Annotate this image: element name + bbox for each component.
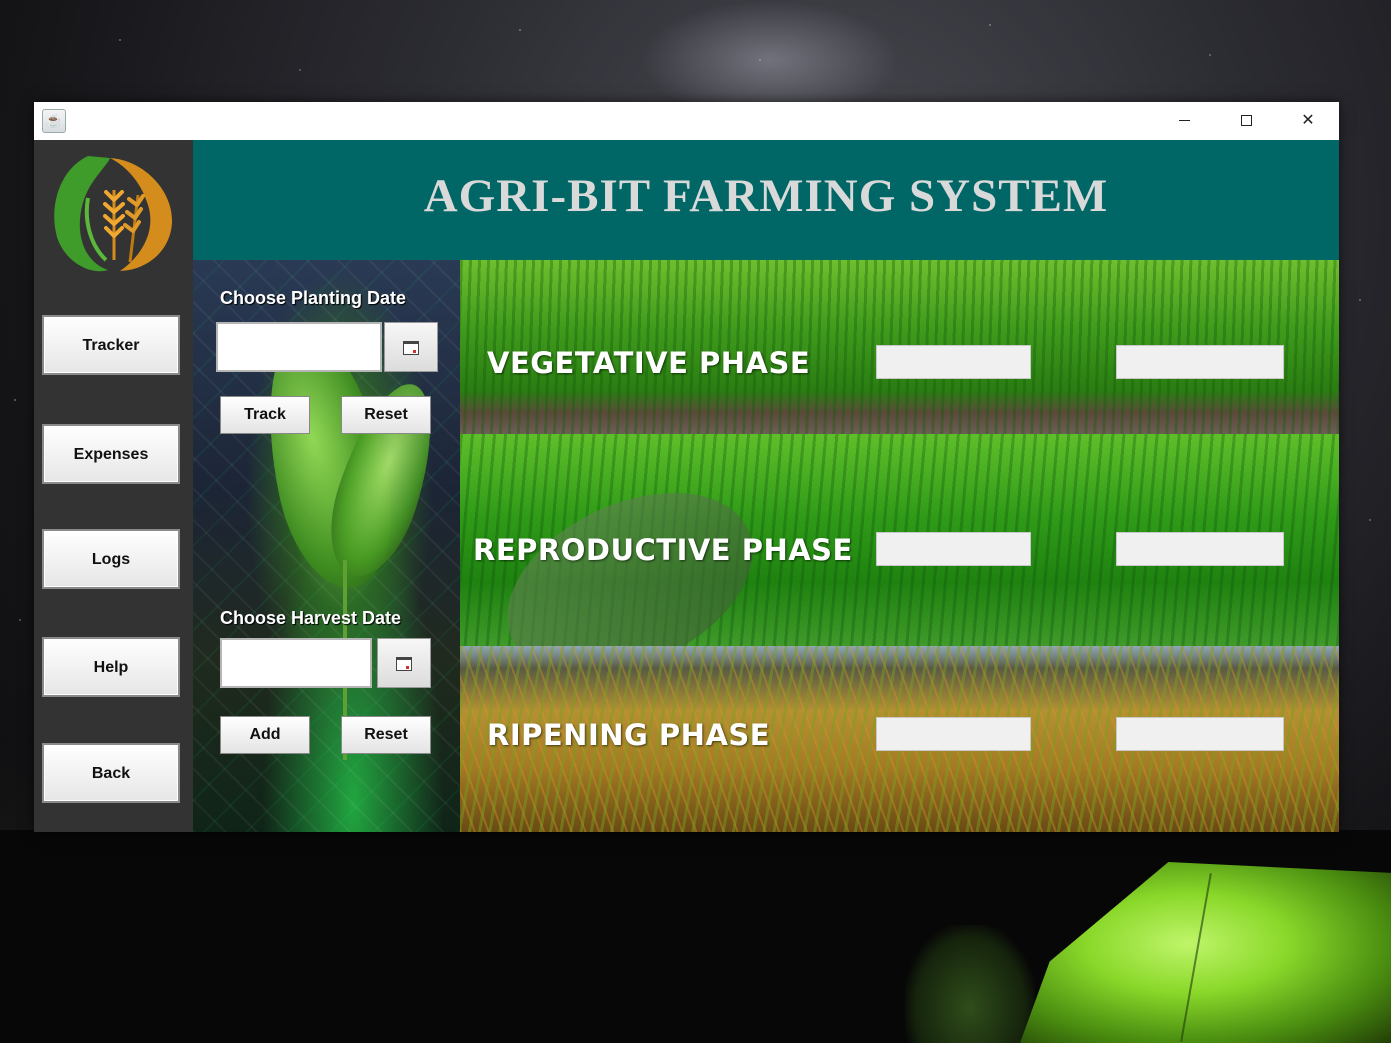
reproductive-end-field[interactable] xyxy=(1116,532,1284,566)
java-app-icon[interactable]: ☕ xyxy=(42,109,66,133)
harvest-reset-button[interactable]: Reset xyxy=(341,716,431,754)
ripening-phase-title: RIPENING PHASE xyxy=(487,718,771,752)
wallpaper-trees xyxy=(0,740,34,835)
harvest-date-field[interactable] xyxy=(220,638,372,688)
date-panel: Choose Planting Date Track Reset Choose … xyxy=(193,260,460,832)
planting-date-label: Choose Planting Date xyxy=(220,288,407,308)
maximize-icon[interactable] xyxy=(1223,102,1269,140)
wallpaper-bush xyxy=(905,925,1035,1043)
vegetative-start-field[interactable] xyxy=(876,345,1031,379)
track-button[interactable]: Track xyxy=(220,396,310,434)
wheat-leaf-logo xyxy=(54,156,173,272)
ripening-end-field[interactable] xyxy=(1116,717,1284,751)
calendar-icon xyxy=(403,341,419,355)
calendar-icon xyxy=(396,657,412,671)
help-button[interactable]: Help xyxy=(42,637,180,697)
ripening-start-field[interactable] xyxy=(876,717,1031,751)
reproductive-phase-panel: REPRODUCTIVE PHASE xyxy=(460,434,1339,646)
logs-button[interactable]: Logs xyxy=(42,529,180,589)
tracker-button[interactable]: Tracker xyxy=(42,315,180,375)
add-button[interactable]: Add xyxy=(220,716,310,754)
minimize-icon[interactable] xyxy=(1161,102,1207,140)
reproductive-start-field[interactable] xyxy=(876,532,1031,566)
title-bar: ☕ ✕ xyxy=(34,102,1339,140)
header-banner: AGRI-BIT FARMING SYSTEM xyxy=(193,140,1339,260)
sidebar: Tracker Expenses Logs Help Back xyxy=(34,140,193,832)
ripening-phase-panel: RIPENING PHASE xyxy=(460,646,1339,832)
planting-calendar-button[interactable] xyxy=(384,322,438,372)
page-title: AGRI-BIT FARMING SYSTEM xyxy=(423,170,1109,222)
harvest-calendar-button[interactable] xyxy=(377,638,431,688)
back-button[interactable]: Back xyxy=(42,743,180,803)
vegetative-phase-panel: VEGETATIVE PHASE xyxy=(460,260,1339,434)
reproductive-phase-title: REPRODUCTIVE PHASE xyxy=(473,533,853,567)
vegetative-end-field[interactable] xyxy=(1116,345,1284,379)
harvest-date-label: Choose Harvest Date xyxy=(220,608,402,628)
vegetative-phase-title: VEGETATIVE PHASE xyxy=(487,346,811,380)
planting-date-field[interactable] xyxy=(216,322,382,372)
expenses-button[interactable]: Expenses xyxy=(42,424,180,484)
app-window: ☕ ✕ Tracker Expenses Logs Help Back AGRI… xyxy=(34,102,1339,832)
planting-reset-button[interactable]: Reset xyxy=(341,396,431,434)
close-icon[interactable]: ✕ xyxy=(1285,102,1331,140)
